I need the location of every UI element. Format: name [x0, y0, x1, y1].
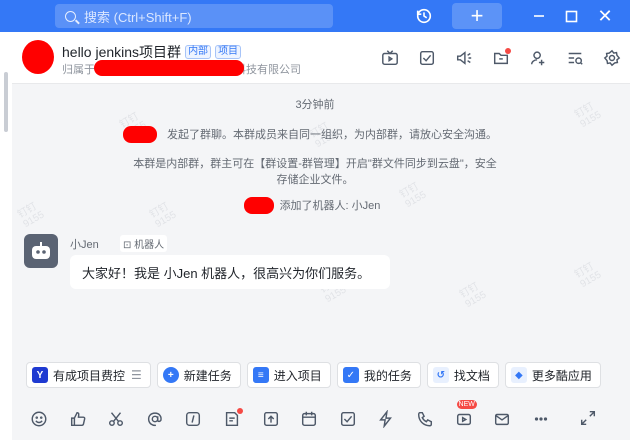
system-message-text: 发起了群聊。本群成员来自同一组织，为内部群，请放心安全沟通。	[167, 129, 497, 141]
maximize-button[interactable]	[557, 0, 585, 32]
upload-icon[interactable]	[260, 408, 282, 430]
unread-dot	[236, 407, 243, 414]
new-task-icon: +	[162, 367, 179, 383]
thumbs-up-icon[interactable]	[67, 408, 89, 430]
bot-name[interactable]: 小Jen	[70, 236, 99, 252]
app-new-task[interactable]: + 新建任务	[156, 362, 241, 388]
mail-icon[interactable]	[491, 408, 513, 430]
app-label: 找文档	[453, 368, 490, 383]
redacted-user	[123, 126, 157, 143]
watermark: 钉钉9155	[572, 261, 604, 291]
live-icon[interactable]	[378, 46, 402, 70]
group-avatar	[22, 40, 54, 74]
search-placeholder: 搜索 (Ctrl+Shift+F)	[84, 9, 192, 25]
create-button[interactable]: +	[452, 3, 502, 29]
app-my-tasks[interactable]: ✓ 我的任务	[336, 362, 421, 388]
search-input[interactable]: 搜索 (Ctrl+Shift+F)	[55, 4, 333, 28]
robot-tag-icon: ⊡	[123, 240, 132, 251]
drag-handle-icon: ☰	[131, 368, 142, 382]
task-check-icon[interactable]	[415, 46, 439, 70]
settings-icon[interactable]	[600, 46, 624, 70]
watermark: 钉钉9155	[457, 281, 489, 311]
system-message-internal: 本群是内部群，群主可在【群设置-群管理】开启"群文件同步到云盘"，安全 存储企业…	[12, 156, 618, 188]
lightning-icon[interactable]	[375, 408, 397, 430]
system-message-text: 添加了机器人: 小Jen	[279, 200, 381, 212]
search-icon	[65, 10, 76, 22]
subtitle-suffix: 科技有限公司	[235, 64, 301, 76]
app-find-docs[interactable]: ↺ 找文档	[426, 362, 499, 388]
scissors-icon[interactable]	[105, 408, 127, 430]
redacted-org-name	[94, 60, 244, 76]
subtitle-prefix: 归属于	[62, 64, 95, 76]
message-area: 钉钉9155 钉钉9155 钉钉9155 钉钉9155 钉钉9155 钉钉915…	[12, 84, 618, 354]
project-stack-icon: ≡	[252, 367, 269, 383]
file-box-icon[interactable]	[489, 46, 513, 70]
video-icon[interactable]: NEW	[453, 399, 477, 430]
cool-apps-icon: ◆	[510, 367, 527, 383]
system-message-line: 存储企业文件。	[276, 174, 354, 186]
system-message-line: 本群是内部群，群主可在【群设置-群管理】开启"群文件同步到云盘"，安全	[133, 158, 497, 170]
group-title-text: hello jenkins项目群	[62, 44, 182, 60]
calendar-icon[interactable]	[298, 408, 320, 430]
emoji-icon[interactable]	[28, 408, 50, 430]
my-tasks-icon: ✓	[342, 367, 359, 383]
call-icon[interactable]	[414, 408, 436, 430]
app-label: 进入项目	[273, 368, 322, 383]
left-panel	[0, 32, 12, 440]
maximize-icon	[565, 10, 577, 22]
history-button[interactable]	[410, 0, 438, 32]
app-label: 新建任务	[183, 368, 232, 383]
quick-apps-bar: Y 有成项目费控 ☰ + 新建任务 ≡ 进入项目 ✓ 我的任务 ↺ 找文档 ◆ …	[12, 360, 618, 390]
system-message-bot-added: 添加了机器人: 小Jen	[12, 198, 618, 214]
app-enter-project[interactable]: ≡ 进入项目	[246, 362, 331, 388]
minimize-button[interactable]	[525, 0, 553, 32]
project-expense-icon: Y	[32, 367, 48, 383]
expand-icon[interactable]	[577, 407, 599, 429]
redacted-user	[244, 197, 274, 214]
add-member-icon[interactable]	[526, 46, 550, 70]
app-label: 有成项目费控	[53, 368, 126, 383]
search-history-icon[interactable]	[563, 46, 587, 70]
app-project-expense[interactable]: Y 有成项目费控 ☰	[26, 362, 151, 388]
app-more-cool-apps[interactable]: ◆ 更多酷应用	[504, 362, 601, 388]
announcement-icon[interactable]	[452, 46, 476, 70]
chat-header: hello jenkins项目群 内部 项目 归属于 科技有限公司	[12, 32, 630, 84]
doc-icon[interactable]	[221, 407, 243, 430]
system-message-created: 发起了群聊。本群成员来自同一组织，为内部群，请放心安全沟通。	[12, 127, 618, 143]
scrollbar[interactable]	[4, 72, 8, 132]
format-icon[interactable]	[182, 408, 204, 430]
group-title[interactable]: hello jenkins项目群 内部 项目	[62, 42, 242, 62]
bot-avatar[interactable]	[24, 234, 58, 268]
bot-message-text: 大家好！我是 小Jen 机器人，很高兴为你们服务。	[82, 265, 371, 281]
close-button[interactable]: ✕	[590, 0, 620, 32]
new-badge: NEW	[456, 399, 477, 409]
minimize-icon	[534, 15, 544, 17]
more-icon[interactable]	[530, 408, 552, 430]
app-label: 更多酷应用	[531, 368, 592, 383]
bot-tag: ⊡ 机器人	[120, 235, 168, 252]
message-time: 3分钟前	[295, 99, 335, 111]
bot-tag-label: 机器人	[134, 240, 165, 251]
internal-tag: 内部	[185, 45, 212, 59]
mention-icon[interactable]	[144, 408, 166, 430]
robot-icon	[32, 242, 50, 259]
bot-message-bubble[interactable]: 大家好！我是 小Jen 机器人，很高兴为你们服务。	[70, 255, 390, 289]
project-tag: 项目	[215, 45, 242, 59]
unread-dot	[505, 48, 511, 54]
app-label: 我的任务	[363, 368, 412, 383]
input-toolbar: NEW	[12, 397, 630, 440]
task-icon[interactable]	[337, 408, 359, 430]
top-bar: 搜索 (Ctrl+Shift+F) + ✕	[0, 0, 630, 32]
history-icon	[416, 8, 432, 24]
find-docs-icon: ↺	[432, 367, 449, 383]
